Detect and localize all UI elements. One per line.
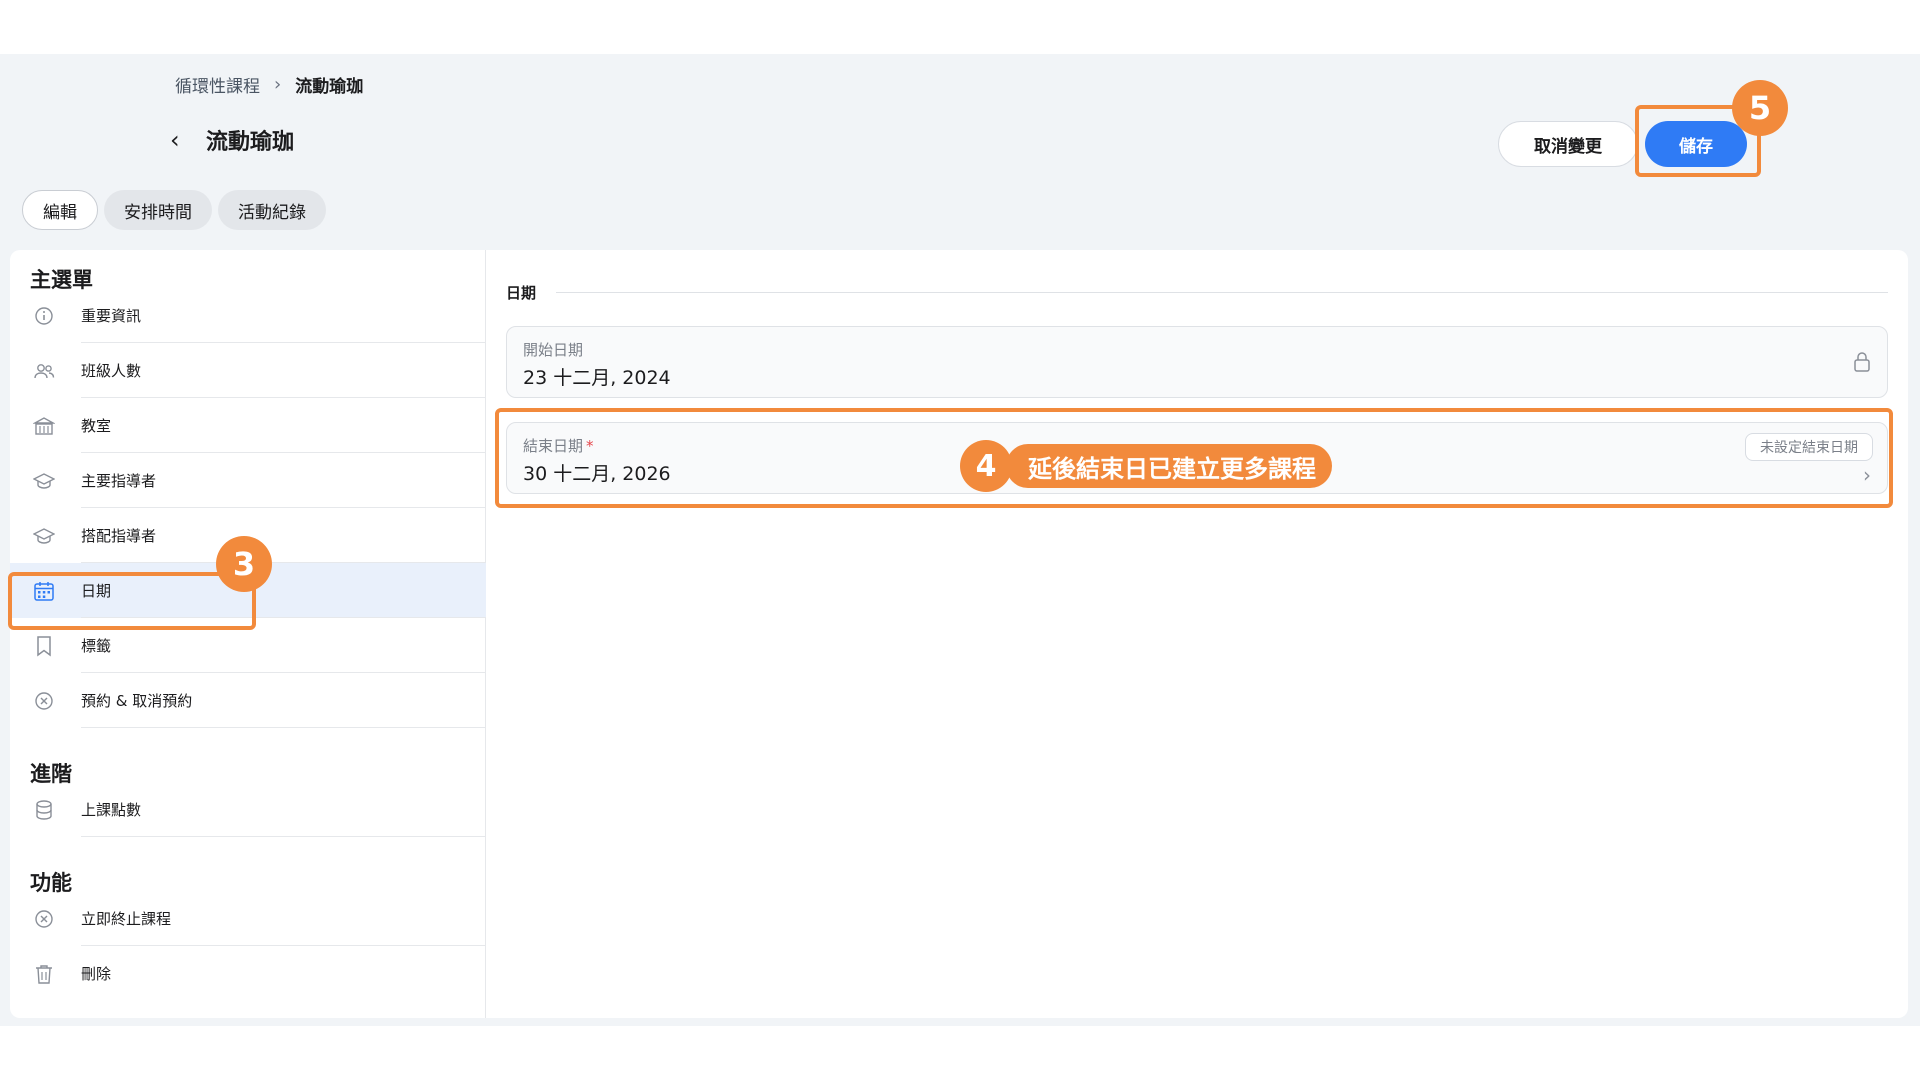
end-date-label: 結束日期 *: [523, 437, 594, 455]
step4-callout: 4 延後結束日已建立更多課程: [960, 440, 1332, 492]
trash-icon: [32, 962, 56, 986]
lock-icon: [1853, 351, 1871, 377]
tab-schedule[interactable]: 安排時間: [104, 190, 212, 230]
date-settings-panel: 日期 開始日期 23 十二月, 2024 結束日期 * 30 十二月, 2026 …: [486, 250, 1908, 1018]
sidebar-item-delete[interactable]: 刪除: [10, 946, 486, 1001]
required-mark: *: [586, 437, 594, 455]
start-date-label: 開始日期: [523, 341, 584, 359]
step4-badge: 4: [960, 440, 1012, 492]
divider: [81, 727, 486, 728]
sidebar-item-label: 刪除: [81, 965, 112, 983]
tab-activity-log[interactable]: 活動紀錄: [218, 190, 326, 230]
chevron-right-icon[interactable]: ›: [1863, 463, 1871, 487]
close-circle-icon: [32, 689, 56, 713]
bookmark-icon: [32, 634, 56, 658]
sidebar-item-main-instructor[interactable]: 主要指導者: [10, 453, 486, 508]
building-icon: [32, 414, 56, 438]
sidebar-item-tags[interactable]: 標籤: [10, 618, 486, 673]
sidebar-item-class-credits[interactable]: 上課點數: [10, 782, 486, 837]
save-button[interactable]: 儲存: [1645, 121, 1747, 167]
breadcrumb-parent-link[interactable]: 循環性課程: [175, 72, 260, 97]
users-icon: [32, 359, 56, 383]
sidebar-item-label: 預約 & 取消預約: [81, 692, 193, 710]
no-end-date-chip[interactable]: 未設定結束日期: [1745, 433, 1873, 461]
title-row: ‹ 流動瑜珈: [170, 124, 294, 156]
sidebar: 主選單 重要資訊 班級人數 教室 主要指導者 搭配指導者 日期 標籤 預約 & …: [10, 250, 486, 1018]
breadcrumb-chevron-icon: ›: [274, 74, 282, 95]
start-date-field: 開始日期 23 十二月, 2024: [506, 326, 1888, 398]
close-circle-icon: [32, 907, 56, 931]
database-icon: [32, 798, 56, 822]
sidebar-item-label: 重要資訊: [81, 307, 142, 325]
section-label: 日期: [506, 284, 537, 302]
sidebar-item-label: 教室: [81, 417, 112, 435]
step5-badge: 5: [1732, 80, 1788, 136]
tab-edit[interactable]: 編輯: [22, 190, 98, 230]
sidebar-item-booking-cancel[interactable]: 預約 & 取消預約: [10, 673, 486, 728]
cancel-changes-button[interactable]: 取消變更: [1498, 121, 1638, 167]
sidebar-item-label: 立即終止課程: [81, 910, 172, 928]
sidebar-item-label: 標籤: [81, 637, 112, 655]
sidebar-item-class-size[interactable]: 班級人數: [10, 343, 486, 398]
start-date-value: 23 十二月, 2024: [523, 367, 671, 389]
calendar-icon: [32, 579, 56, 603]
graduation-cap-icon: [32, 469, 56, 493]
sidebar-item-label: 日期: [81, 582, 112, 600]
section-header-date: 日期: [506, 282, 1888, 303]
sidebar-item-terminate-course[interactable]: 立即終止課程: [10, 891, 486, 946]
sidebar-item-classroom[interactable]: 教室: [10, 398, 486, 453]
breadcrumb: 循環性課程 › 流動瑜珈: [175, 72, 363, 97]
end-date-value: 30 十二月, 2026: [523, 463, 671, 485]
breadcrumb-current: 流動瑜珈: [295, 77, 364, 97]
sidebar-item-label: 上課點數: [81, 801, 142, 819]
graduation-cap-icon: [32, 524, 56, 548]
main-card: 主選單 重要資訊 班級人數 教室 主要指導者 搭配指導者 日期 標籤 預約 & …: [10, 250, 1908, 1018]
sidebar-item-important-info[interactable]: 重要資訊: [10, 288, 486, 343]
step4-callout-text: 延後結束日已建立更多課程: [1006, 444, 1332, 488]
section-divider: [556, 292, 1888, 293]
sidebar-item-label: 主要指導者: [81, 472, 157, 490]
page-title: 流動瑜珈: [206, 130, 295, 155]
step3-badge: 3: [216, 536, 272, 592]
sidebar-item-label: 搭配指導者: [81, 527, 157, 545]
info-icon: [32, 304, 56, 328]
back-arrow-icon[interactable]: ‹: [170, 126, 192, 154]
tab-bar: 編輯 安排時間 活動紀錄: [22, 190, 326, 230]
app-window: 循環性課程 › 流動瑜珈 ‹ 流動瑜珈 取消變更 儲存 編輯 安排時間 活動紀錄…: [0, 54, 1920, 1026]
divider: [81, 836, 486, 837]
sidebar-item-label: 班級人數: [81, 362, 142, 380]
